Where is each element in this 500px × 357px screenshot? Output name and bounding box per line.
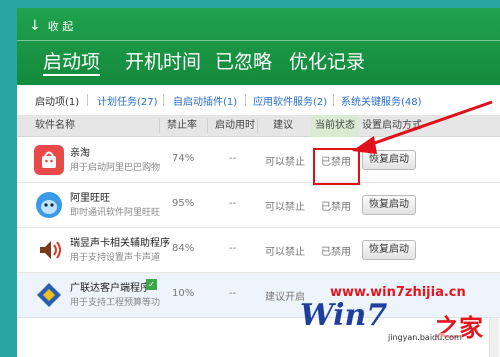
glodon-app-icon — [34, 280, 64, 310]
table-row[interactable]: 瑞昱声卡相关辅助程序 用于支持设置声卡声道 84% -- 可以禁止 已禁用 恢复… — [17, 228, 500, 273]
status-highlight-box — [313, 148, 360, 185]
app-name: 瑞昱声卡相关辅助程序 — [70, 238, 170, 249]
watermark-logo: Win7 — [300, 298, 388, 333]
column-header-time[interactable]: 启动用时 — [215, 115, 255, 137]
disable-rate: 95% — [172, 198, 195, 209]
subtab-autostart-plugins[interactable]: 自启动插件(1) — [173, 93, 237, 108]
startup-time: -- — [229, 153, 237, 164]
subtab-divider — [87, 94, 88, 106]
column-header-start-mode[interactable]: 设置启动方式 — [362, 115, 422, 137]
column-divider — [207, 119, 208, 133]
header-bar: ↓ 收 起 启动项 开机时间 已忽略 优化记录 — [17, 8, 500, 85]
qintao-app-icon — [34, 145, 64, 175]
tab-startup-items[interactable]: 启动项 — [43, 48, 101, 76]
current-status: 已禁用 — [321, 202, 351, 213]
collapse-button[interactable]: ↓ 收 起 — [29, 16, 73, 36]
restore-startup-button[interactable]: 恢复启动 — [362, 240, 416, 260]
app-description: 即时通讯软件阿里旺旺 — [70, 208, 161, 218]
tab-ignored[interactable]: 已忽略 — [215, 48, 272, 76]
new-badge-icon: ✓ — [146, 279, 157, 290]
subtab-app-services[interactable]: 应用软件服务(2) — [253, 93, 327, 108]
column-header-rate[interactable]: 禁止率 — [167, 115, 197, 137]
startup-time: -- — [229, 198, 237, 209]
speaker-icon — [34, 235, 64, 265]
subtab-divider — [333, 94, 334, 106]
subtab-divider — [163, 94, 164, 106]
subtab-system-services[interactable]: 系统关键服务(48) — [341, 93, 422, 108]
app-description: 用于支持设置声卡声道 — [70, 253, 161, 263]
column-header-name[interactable]: 软件名称 — [35, 115, 75, 137]
table-row[interactable]: 阿里旺旺 即时通讯软件阿里旺旺 95% -- 可以禁止 已禁用 恢复启动 — [17, 183, 500, 228]
column-header-status[interactable]: 当前状态 — [311, 115, 359, 137]
tab-optimize-log[interactable]: 优化记录 — [289, 48, 365, 76]
advice: 可以禁止 — [265, 157, 305, 168]
startup-time: -- — [229, 243, 237, 254]
header-divider — [17, 40, 500, 41]
restore-startup-button[interactable]: 恢复启动 — [362, 150, 416, 170]
disable-rate: 74% — [172, 153, 195, 164]
column-header-advice[interactable]: 建议 — [273, 115, 293, 137]
subtab-bar: 启动项(1) 计划任务(27) 自启动插件(1) 应用软件服务(2) 系统关键服… — [17, 85, 500, 115]
current-status: 已禁用 — [321, 247, 351, 258]
app-description: 用于支持工程预算等功 — [70, 298, 161, 308]
subtab-divider — [245, 94, 246, 106]
app-description: 用于启动阿里巴巴购物 — [70, 163, 161, 173]
disable-rate: 84% — [172, 243, 195, 254]
app-name: 亲淘 — [70, 148, 90, 159]
aliwangwang-app-icon — [34, 190, 64, 220]
advice: 建议开启 — [265, 292, 305, 303]
subtab-startup[interactable]: 启动项(1) — [35, 93, 79, 108]
advice: 可以禁止 — [265, 247, 305, 258]
subtab-scheduled-tasks[interactable]: 计划任务(27) — [97, 93, 158, 108]
arrow-down-icon: ↓ — [29, 18, 41, 34]
watermark-sub: jingyan.baidu.com — [388, 333, 462, 342]
app-name: 阿里旺旺 — [70, 193, 110, 204]
app-name: 广联达客户端程序 — [70, 283, 150, 294]
app-window: ↓ 收 起 启动项 开机时间 已忽略 优化记录 启动项(1) 计划任务(27) … — [17, 8, 500, 357]
tab-boot-time[interactable]: 开机时间 — [125, 48, 201, 76]
startup-time: -- — [229, 288, 237, 299]
table-header: 软件名称 禁止率 启动用时 建议 当前状态 设置启动方式 — [17, 115, 500, 137]
collapse-label: 收 起 — [47, 20, 74, 33]
advice: 可以禁止 — [265, 202, 305, 213]
table-row[interactable]: 亲淘 用于启动阿里巴巴购物 74% -- 可以禁止 已禁用 恢复启动 — [17, 138, 500, 183]
restore-startup-button[interactable]: 恢复启动 — [362, 195, 416, 215]
column-divider — [257, 119, 258, 133]
column-divider — [159, 119, 160, 133]
disable-rate: 10% — [172, 288, 195, 299]
